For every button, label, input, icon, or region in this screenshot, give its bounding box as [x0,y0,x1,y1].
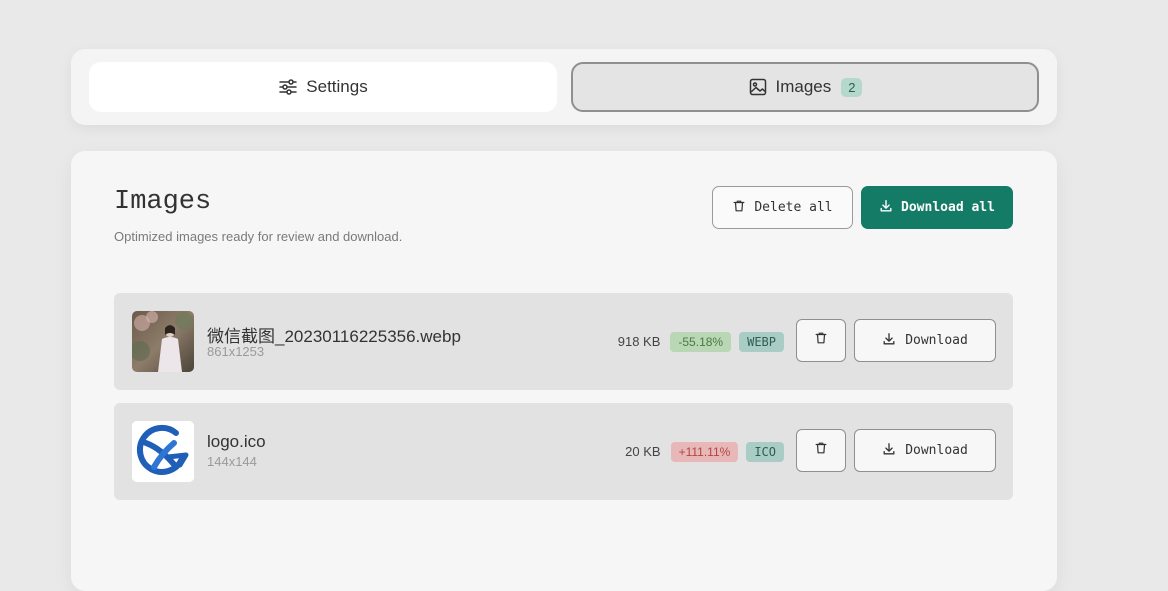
images-panel: Images Optimized images ready for review… [71,151,1057,591]
images-count-badge: 2 [841,77,863,97]
format-badge: ICO [746,441,784,462]
trash-icon [732,199,746,217]
tab-settings[interactable]: Settings [89,62,557,112]
file-name: logo.ico [207,432,266,451]
image-thumbnail [132,421,194,482]
download-label: Download [905,443,968,458]
trash-icon [814,441,828,460]
delete-image-button[interactable] [796,319,846,362]
format-badge: WEBP [739,331,784,352]
tab-images[interactable]: Images 2 [571,62,1039,112]
file-meta: 20 KB +111.11% ICO [625,403,784,500]
image-row: logo.ico 144x144 20 KB +111.11% ICO Down… [114,403,1013,500]
file-size: 918 KB [617,334,661,349]
file-dimensions: 861x1253 [207,344,265,359]
download-all-label: Download all [901,200,995,215]
tab-images-label: Images [775,77,832,96]
file-dimensions: 144x144 [207,454,257,469]
image-thumbnail [132,311,194,372]
size-change-badge: -55.18% [670,331,732,352]
file-meta: 918 KB -55.18% WEBP [618,293,784,390]
sliders-icon [278,77,298,97]
trash-icon [814,331,828,350]
size-change-badge: +111.11% [670,441,739,462]
download-button[interactable]: Download [854,429,996,472]
tab-bar: Settings Images 2 [71,49,1057,125]
tab-settings-label: Settings [306,77,368,96]
delete-all-button[interactable]: Delete all [712,186,853,229]
page-subtitle: Optimized images ready for review and do… [114,229,403,244]
image-row: 微信截图_20230116225356.webp 861x1253 918 KB… [114,293,1013,390]
download-label: Download [905,333,968,348]
delete-all-label: Delete all [754,200,833,215]
file-size: 20 KB [625,444,661,459]
download-button[interactable]: Download [854,319,996,362]
page-title: Images [114,187,212,217]
download-icon [882,332,896,350]
download-icon [879,199,893,217]
delete-image-button[interactable] [796,429,846,472]
download-icon [882,442,896,460]
download-all-button[interactable]: Download all [861,186,1013,229]
image-icon [748,77,768,97]
